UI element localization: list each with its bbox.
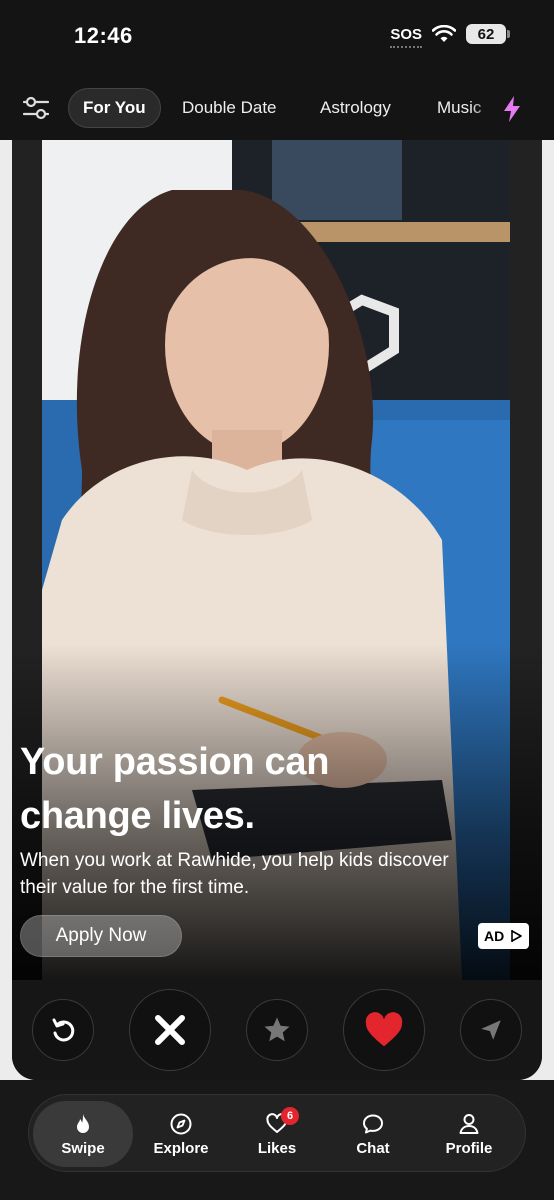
nav-explore[interactable]: Explore bbox=[131, 1101, 231, 1167]
carrier-label: SOS bbox=[390, 25, 422, 48]
person-icon bbox=[459, 1113, 479, 1134]
tab-double-date[interactable]: Double Date bbox=[182, 88, 277, 128]
compass-icon bbox=[170, 1113, 192, 1134]
send-icon bbox=[481, 1020, 501, 1040]
nav-profile[interactable]: Profile bbox=[419, 1101, 519, 1167]
close-icon bbox=[155, 1015, 185, 1045]
flame-icon bbox=[77, 1113, 89, 1133]
tab-astrology[interactable]: Astrology bbox=[320, 88, 391, 128]
like-button[interactable] bbox=[343, 989, 425, 1071]
nav-swipe-label: Swipe bbox=[61, 1139, 105, 1157]
ad-headline-line1: Your passion can bbox=[20, 741, 330, 783]
status-indicators: SOS 62 bbox=[390, 24, 510, 48]
nav-chat[interactable]: Chat bbox=[323, 1101, 423, 1167]
send-button[interactable] bbox=[460, 999, 522, 1061]
ad-card[interactable]: Your passion can change lives. When you … bbox=[12, 140, 542, 1080]
tab-for-you[interactable]: For You bbox=[68, 88, 161, 128]
ad-badge[interactable]: AD bbox=[478, 923, 530, 949]
status-time: 12:46 bbox=[74, 23, 133, 48]
category-tabs: For You Double Date Astrology Music bbox=[0, 80, 554, 138]
action-bar bbox=[12, 980, 542, 1080]
ad-badge-label: AD bbox=[484, 928, 505, 944]
nav-swipe[interactable]: Swipe bbox=[33, 1101, 133, 1167]
heart-icon bbox=[365, 1012, 403, 1047]
nav-chat-label: Chat bbox=[356, 1139, 390, 1157]
bottom-nav: Swipe Explore Likes 6 Chat Profile bbox=[28, 1094, 526, 1172]
super-like-button[interactable] bbox=[246, 999, 308, 1061]
status-bar: 12:46 SOS 62 bbox=[0, 0, 554, 74]
filter-icon[interactable] bbox=[20, 92, 52, 124]
likes-count-badge: 6 bbox=[281, 1107, 299, 1125]
star-icon bbox=[264, 1017, 290, 1042]
ad-headline-line2: change lives. bbox=[20, 794, 255, 837]
ad-body: When you work at Rawhide, you help kids … bbox=[20, 848, 530, 901]
boost-bolt-icon[interactable] bbox=[500, 95, 524, 123]
apply-now-button[interactable]: Apply Now bbox=[20, 915, 182, 957]
rewind-button[interactable] bbox=[32, 999, 94, 1061]
ad-headline: Your passion can change lives. bbox=[20, 736, 520, 844]
nav-likes[interactable]: Likes 6 bbox=[227, 1101, 327, 1167]
nav-explore-label: Explore bbox=[153, 1139, 209, 1157]
nope-button[interactable] bbox=[129, 989, 211, 1071]
adchoices-icon bbox=[511, 930, 523, 942]
battery-indicator: 62 bbox=[466, 24, 510, 44]
ad-body-line2: their value for the first time. bbox=[20, 876, 250, 898]
nav-likes-label: Likes bbox=[257, 1139, 297, 1157]
rewind-icon bbox=[52, 1018, 75, 1042]
wifi-icon bbox=[432, 25, 456, 42]
chat-icon bbox=[363, 1114, 383, 1133]
nav-profile-label: Profile bbox=[445, 1139, 493, 1157]
tabs-fade bbox=[470, 80, 500, 138]
ad-body-line1: When you work at Rawhide, you help kids … bbox=[20, 850, 449, 871]
